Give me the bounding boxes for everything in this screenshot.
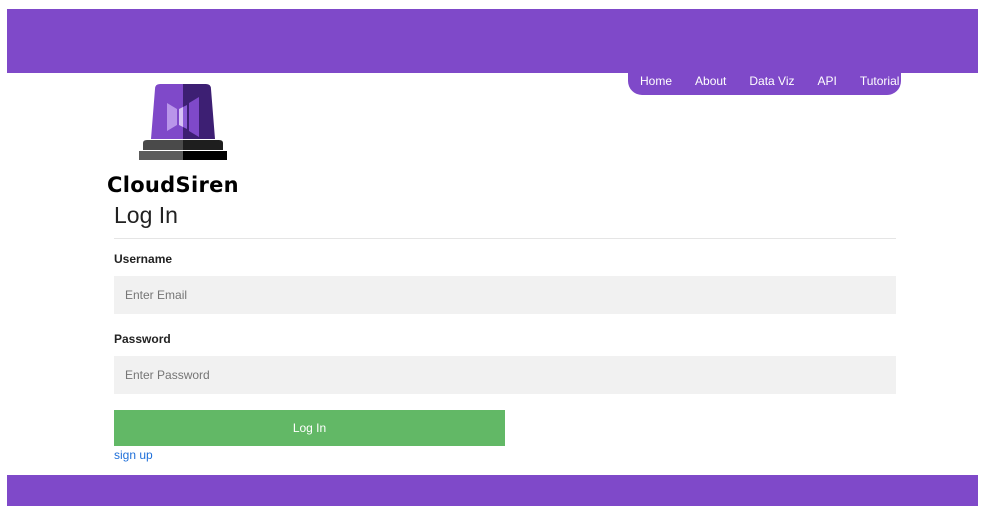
password-label: Password (114, 332, 171, 346)
title-divider (114, 238, 896, 239)
siren-icon (139, 84, 227, 160)
header-bar (7, 9, 978, 73)
nav-item-home[interactable]: Home (640, 74, 672, 88)
footer-bar (7, 475, 978, 506)
nav-item-api[interactable]: API (818, 74, 837, 88)
brand-name: CloudSiren (107, 173, 239, 197)
nav-item-about[interactable]: About (695, 74, 726, 88)
nav-item-data-viz[interactable]: Data Viz (749, 74, 794, 88)
login-page: Home About Data Viz API Tutorial CloudSi… (0, 0, 991, 506)
page-title: Log In (114, 202, 178, 228)
login-button[interactable]: Log In (114, 410, 505, 446)
username-label: Username (114, 252, 173, 266)
main-nav: Home About Data Viz API Tutorial (628, 66, 901, 95)
nav-item-tutorial[interactable]: Tutorial (860, 74, 900, 88)
password-field[interactable] (114, 356, 896, 394)
signup-link[interactable]: sign up (114, 448, 153, 462)
username-field[interactable] (114, 276, 896, 314)
